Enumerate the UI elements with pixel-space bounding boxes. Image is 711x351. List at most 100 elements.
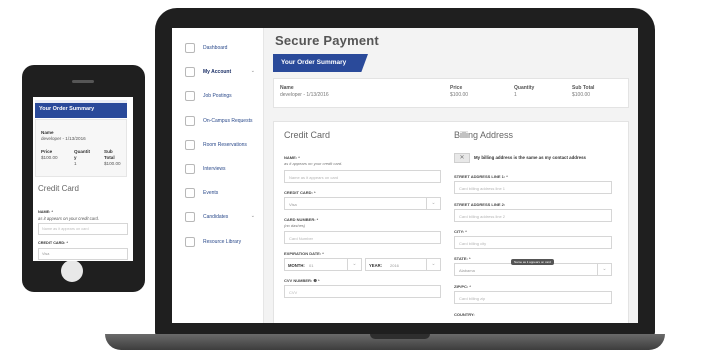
- phone-name-header: Name: [41, 130, 54, 135]
- phone-subtotal-header: Sub: [104, 149, 113, 154]
- summary-price-header: Price: [450, 85, 463, 91]
- street1-input[interactable]: Card billing address line 1: [454, 181, 612, 194]
- sidebar-item-label: Candidates: [203, 214, 229, 221]
- year-label: YEAR:: [369, 263, 383, 268]
- same-address-label: My billing address is the same as my con…: [474, 155, 587, 160]
- id-card-icon: [185, 67, 195, 78]
- door-icon: [185, 139, 195, 150]
- street2-input[interactable]: Card billing address line 2: [454, 209, 612, 222]
- expiration-date-label: EXPIRATION DATE: *: [284, 251, 324, 256]
- state-label: STATE: *: [454, 256, 471, 261]
- same-address-toggle[interactable]: ✕: [454, 153, 470, 163]
- cvv-input[interactable]: CVV: [284, 285, 441, 298]
- grid-icon: [185, 43, 195, 54]
- sidebar-item-interviews[interactable]: Interviews: [172, 157, 263, 181]
- year-value: 2016: [390, 263, 399, 268]
- card-number-sublabel: (no dashes): [284, 223, 306, 228]
- summary-subtotal-value: $100.00: [572, 92, 591, 98]
- sidebar-item-label: On-Campus Requests: [203, 117, 253, 124]
- billing-address-title: Billing Address: [454, 130, 514, 140]
- credit-card-label: CREDIT CARD: *: [284, 190, 316, 195]
- phone-price-value: $100.00: [41, 155, 58, 160]
- phone-price-header: Price: [41, 149, 53, 154]
- country-label: COUNTRY:: [454, 312, 475, 317]
- summary-name-header: Name: [280, 85, 294, 91]
- page-title: Secure Payment: [275, 33, 379, 48]
- sidebar-item-my-account[interactable]: My Account ⌄: [172, 60, 263, 84]
- phone-quantity-header: Quantit: [74, 149, 91, 154]
- laptop-notch: [370, 334, 430, 339]
- phone-subtotal-header-wrap: Total: [104, 155, 115, 160]
- name-sublabel: as it appears on your credit card.: [284, 161, 343, 166]
- phone-name-value: developer - 1/13/2016: [41, 136, 86, 141]
- sidebar-item-resource-library[interactable]: Resource Library: [172, 230, 263, 254]
- tooltip: Name as it appears on card: [511, 259, 554, 265]
- phone-name-input[interactable]: Name as it appears on card: [38, 223, 128, 235]
- sidebar-item-room-reservations[interactable]: Room Reservations: [172, 133, 263, 157]
- city-input[interactable]: Card billing city: [454, 236, 612, 249]
- credit-card-value: Visa: [289, 202, 297, 207]
- state-value: Alabama: [459, 268, 475, 273]
- phone-name-label: NAME: *: [38, 210, 53, 214]
- expiration-month-select[interactable]: MONTH: 01 ⌄: [284, 258, 362, 271]
- sidebar: Dashboard My Account ⌄ Job Postings On-C…: [172, 28, 264, 323]
- chevron-down-icon[interactable]: ⌄: [251, 213, 255, 219]
- name-input[interactable]: Name as it appears on card: [284, 170, 441, 183]
- phone-quantity-header-wrap: y: [74, 155, 77, 160]
- order-summary-banner: Your Order Summary: [273, 54, 368, 72]
- payment-form: Credit Card NAME: * as it appears on you…: [273, 121, 629, 323]
- sidebar-item-job-postings[interactable]: Job Postings: [172, 84, 263, 108]
- phone-credit-card-select[interactable]: Visa: [38, 248, 128, 260]
- zip-input[interactable]: Card billing zip: [454, 291, 612, 304]
- month-label: MONTH:: [288, 263, 305, 268]
- card-number-input[interactable]: Card Number: [284, 231, 441, 244]
- summary-quantity-column: Quantity 1: [514, 85, 534, 98]
- expiration-year-select[interactable]: YEAR: 2016 ⌄: [365, 258, 441, 271]
- summary-subtotal-column: Sub Total $100.00: [572, 85, 594, 98]
- sidebar-item-label: Room Reservations: [203, 141, 247, 148]
- zip-label: ZIP/PC: *: [454, 284, 471, 289]
- sidebar-item-events[interactable]: Events: [172, 181, 263, 205]
- order-summary-table: Name developer - 1/13/2016 Price $100.00…: [273, 78, 629, 108]
- sidebar-item-label: Events: [203, 190, 219, 197]
- candidate-icon: [185, 212, 195, 223]
- summary-quantity-value: 1: [514, 92, 517, 98]
- cvv-label: CVV NUMBER: ❷ *: [284, 278, 320, 283]
- phone-home-button[interactable]: [61, 260, 83, 282]
- phone-order-summary: Name developer - 1/13/2016 Price $100.00…: [35, 119, 127, 177]
- chevron-down-icon: ⌄: [426, 198, 440, 209]
- chevron-down-icon: ⌄: [347, 259, 361, 270]
- chevron-down-icon: ⌄: [597, 264, 611, 275]
- sidebar-item-candidates[interactable]: Candidates ⌄: [172, 205, 263, 229]
- sidebar-item-label: Interviews: [203, 166, 226, 173]
- credit-card-title: Credit Card: [284, 130, 331, 140]
- credit-card-select[interactable]: Visa ⌄: [284, 197, 441, 210]
- month-value: 01: [309, 263, 314, 268]
- phone-screen: Your Order Summary Name developer - 1/13…: [33, 97, 133, 261]
- street2-label: STREET ADDRESS LINE 2:: [454, 202, 506, 207]
- street1-label: STREET ADDRESS LINE 1: *: [454, 174, 508, 179]
- main-content: Secure Payment Your Order Summary Name d…: [265, 28, 638, 323]
- phone-credit-card-title: Credit Card: [38, 184, 79, 193]
- phone-status-bar: [35, 100, 127, 103]
- sidebar-item-label: Resource Library: [203, 238, 242, 245]
- summary-subtotal-header: Sub Total: [572, 85, 595, 91]
- sidebar-item-on-campus-requests[interactable]: On-Campus Requests: [172, 109, 263, 133]
- chevron-down-icon[interactable]: ⌄: [251, 68, 255, 74]
- summary-price-column: Price $100.00: [450, 85, 468, 98]
- phone-name-sublabel: as it appears on your credit card.: [38, 216, 99, 221]
- book-icon: [185, 236, 195, 247]
- card-number-label: CARD NUMBER: *: [284, 217, 319, 222]
- sidebar-item-label: My Account: [203, 69, 232, 76]
- name-label: NAME: *: [284, 155, 300, 160]
- phone-credit-card-label: CREDIT CARD: *: [38, 241, 68, 245]
- summary-name-column: Name developer - 1/13/2016: [280, 85, 329, 98]
- sidebar-item-label: Job Postings: [203, 93, 232, 100]
- summary-quantity-header: Quantity: [514, 85, 535, 91]
- sidebar-item-dashboard[interactable]: Dashboard: [172, 36, 263, 60]
- sidebar-item-label: Dashboard: [203, 45, 228, 52]
- phone-subtotal-value: $100.00: [104, 161, 121, 166]
- clipboard-icon: [185, 115, 195, 126]
- city-label: CITY: *: [454, 229, 467, 234]
- summary-price-value: $100.00: [450, 92, 469, 98]
